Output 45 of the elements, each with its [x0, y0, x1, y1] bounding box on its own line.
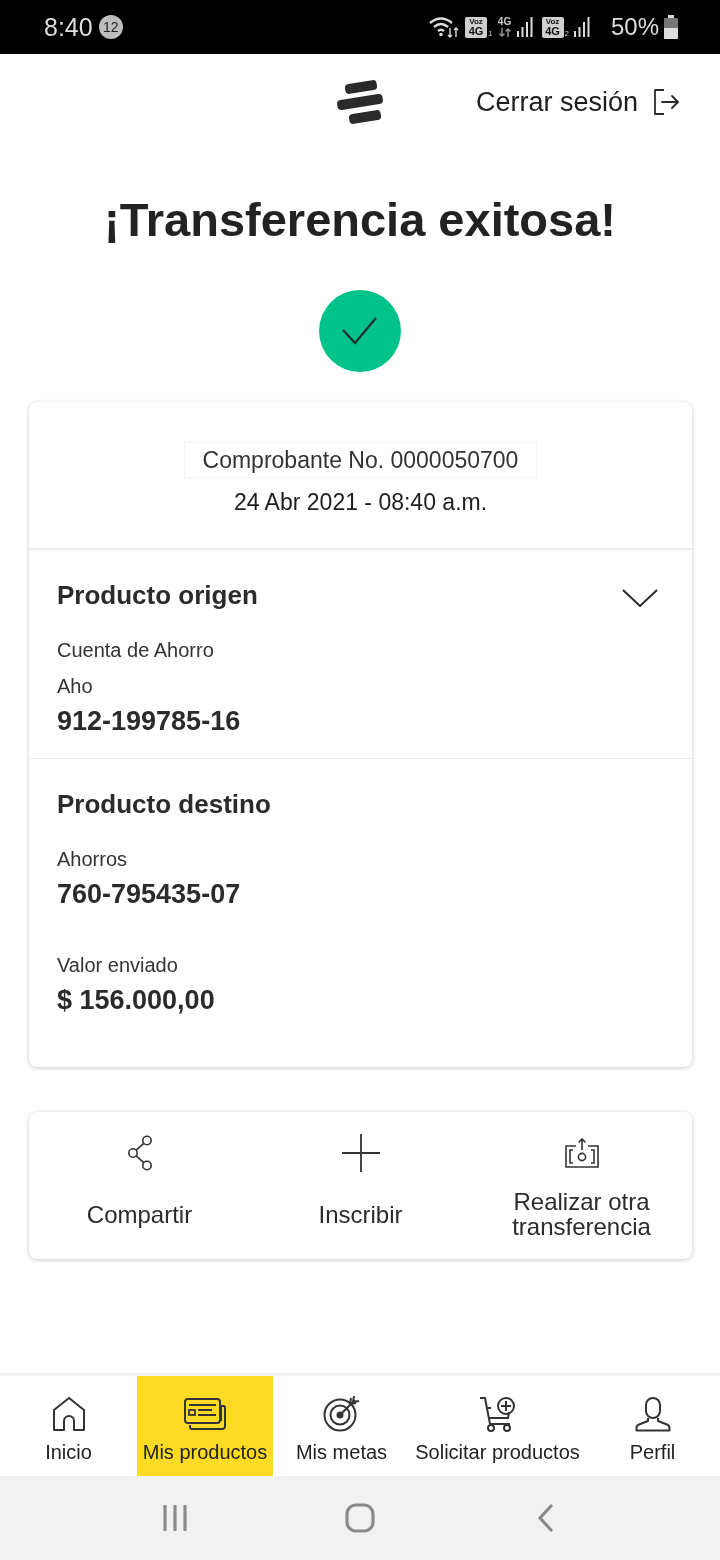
plus-icon — [341, 1134, 380, 1172]
person-icon — [634, 1396, 671, 1432]
field-value: 760-795435-07 — [57, 878, 241, 911]
section-title: Producto destino — [57, 788, 271, 821]
action-button[interactable]: Compartir — [29, 1112, 250, 1259]
success-check-icon — [319, 290, 401, 372]
action-button[interactable]: Inscribir — [250, 1112, 471, 1259]
data-type-label: 4G — [497, 17, 512, 27]
home-icon — [51, 1396, 86, 1432]
signal-icon — [573, 17, 590, 37]
target-icon — [322, 1396, 361, 1432]
logo-icon — [336, 80, 384, 124]
receipt-number: Comprobante No. 0000050700 — [183, 442, 538, 478]
field-label: Aho — [57, 674, 93, 699]
nav-tab[interactable]: Perfil — [585, 1376, 720, 1476]
share-icon — [126, 1135, 153, 1171]
field-label: Cuenta de Ahorro — [57, 638, 214, 663]
field-label: Valor enviado — [57, 953, 178, 978]
field-value: $ 156.000,00 — [57, 984, 215, 1017]
home-button-icon[interactable] — [345, 1503, 375, 1533]
success-title: ¡Transferencia exitosa! — [103, 192, 617, 248]
logout-icon — [652, 88, 680, 116]
nav-tab[interactable]: Inicio — [0, 1376, 137, 1476]
back-icon[interactable] — [537, 1504, 554, 1532]
wifi-icon — [428, 15, 461, 39]
battery-percent: 50% — [610, 13, 659, 41]
field-label: Ahorros — [57, 847, 128, 872]
notification-count-badge: 12 — [98, 15, 123, 39]
logout-link[interactable]: Cerrar sesión — [475, 86, 680, 118]
recent-apps-icon[interactable] — [161, 1505, 188, 1531]
section-title: Producto origen — [57, 579, 258, 612]
action-button[interactable]: Realizar otra transferencia — [471, 1112, 692, 1259]
cards-icon — [184, 1396, 226, 1432]
field-value: 912-199785-16 — [57, 705, 241, 738]
chevron-down-icon[interactable] — [622, 589, 658, 607]
battery-icon — [664, 15, 678, 39]
cart-plus-icon — [478, 1396, 517, 1432]
nav-tab[interactable]: Mis metas — [273, 1376, 410, 1476]
data-arrows-icon — [497, 28, 512, 37]
money-upload-icon — [564, 1138, 599, 1168]
receipt-date: 24 Abr 2021 - 08:40 a.m. — [233, 488, 488, 517]
signal-icon — [516, 17, 533, 37]
nav-tab[interactable]: Solicitar productos — [410, 1376, 585, 1476]
nav-tab[interactable]: Mis productos — [137, 1376, 273, 1476]
clock-time: 8:40 — [44, 12, 93, 42]
